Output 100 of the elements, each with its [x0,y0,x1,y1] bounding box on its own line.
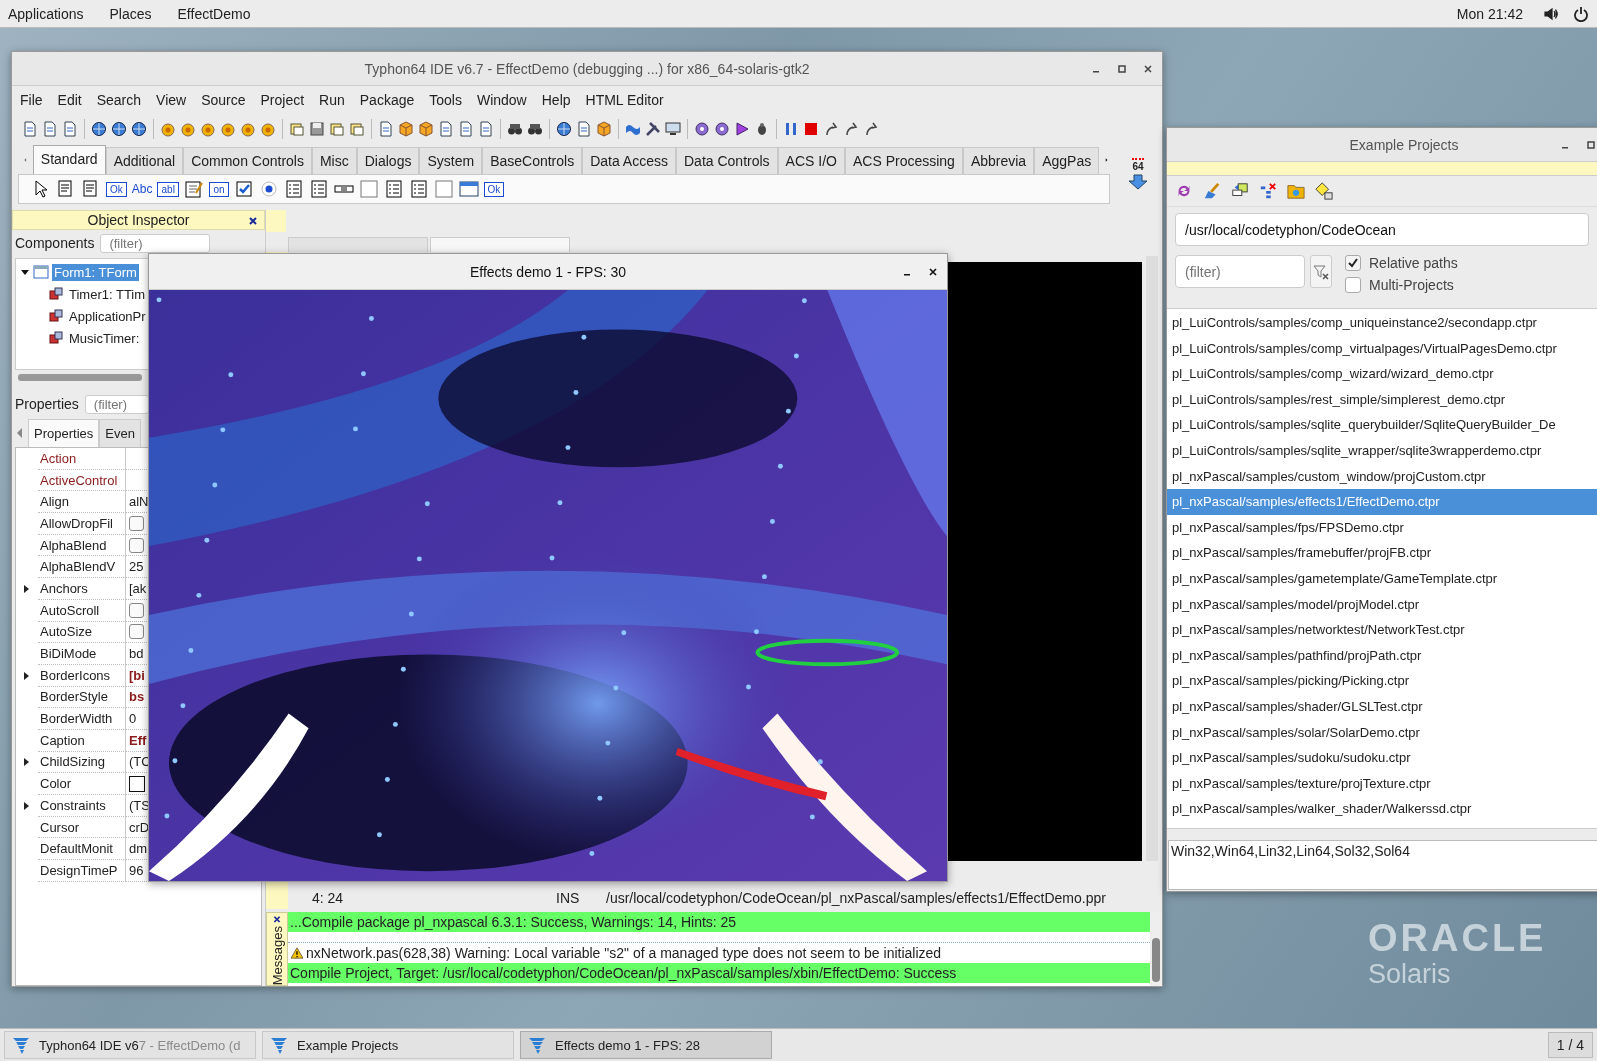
property-value[interactable]: dm [129,841,148,857]
property-name[interactable]: Anchors [38,578,126,600]
list-item[interactable]: pl_nxPascal/samples/shader/GLSLTest.ctpr [1167,693,1597,720]
palette-tab[interactable]: Data Controls [676,147,778,174]
menu-item[interactable]: Edit [57,92,82,108]
list-item[interactable]: pl_nxPascal/samples/pathfind/projPath.ctpr [1167,642,1597,669]
panel-menu[interactable]: EffectDemo [177,5,251,22]
palette-tab[interactable]: Abbrevia [962,147,1035,174]
list-item[interactable]: pl_nxPascal/samples/solar/SolarDemo.ctpr [1167,719,1597,746]
palette-component[interactable]: Abc [131,182,153,196]
taskbar-button[interactable]: Effects demo 1 - FPS: 28 [520,1031,772,1059]
list-item[interactable]: pl_nxPascal/samples/networktest/NetworkTest.ctpr [1167,617,1597,643]
filter-field[interactable]: (filter) [100,233,211,253]
property-name[interactable]: DesignTimeP [38,860,126,882]
property-name[interactable]: Color [38,773,126,795]
list-item[interactable]: pl_nxPascal/samples/model/projModel.ctpr [1167,591,1597,618]
palette-component[interactable]: abI [157,181,180,197]
menu-item[interactable]: Help [541,92,571,108]
palette-tab[interactable]: ACS I/O [777,147,845,174]
property-value[interactable]: 0 [129,711,137,727]
message-row[interactable]: Compile Project, Target: /usr/local/codetyphon/CodeOcean/pl_nxPascal/samples/xbin/EffectDemo: Success [288,963,1150,983]
property-name[interactable]: DefaultMonit [38,838,126,861]
property-value[interactable]: 96 [129,862,144,878]
list-item[interactable]: pl_nxPascal/samples/texture/projTexture.ctpr [1167,770,1597,797]
taskbar-button[interactable]: Example Projects [262,1031,514,1059]
filter-field[interactable]: (filter) [84,394,149,414]
palette-component[interactable]: Ok [483,181,505,197]
property-name[interactable]: BorderStyle [38,686,126,709]
menu-item[interactable]: Window [476,92,527,108]
property-value[interactable]: alN [129,494,149,510]
tree-item[interactable]: Timer1: TTim [67,285,148,303]
workspace-pager[interactable]: 1 / 4 [1547,1032,1593,1058]
property-name[interactable]: AlphaBlendV [38,556,126,579]
property-name[interactable]: Cursor [38,816,126,839]
tree-item[interactable]: MusicTimer: [67,329,142,347]
palette-tab[interactable]: Misc [311,147,357,174]
list-item[interactable]: pl_nxPascal/samples/walker_shader/Walkerssd.ctpr [1167,796,1597,822]
property-name[interactable]: ActiveControl [38,469,126,492]
property-value[interactable]: 25 [129,559,144,575]
menu-item[interactable]: Project [260,92,305,108]
palette-tab[interactable]: AggPas [1034,147,1100,174]
palette-tab[interactable]: Data Access [582,147,676,174]
menu-item[interactable]: HTML Editor [585,92,664,108]
list-item[interactable]: pl_LuiControls/samples/comp_wizard/wizard_demo.ctpr [1167,361,1597,387]
property-name[interactable]: AlphaBlend [38,534,126,557]
menu-item[interactable]: Tools [429,92,462,108]
panel-menu[interactable]: Places [109,5,152,22]
list-item[interactable]: pl_LuiControls/samples/sqlite_wrapper/sqlite3wrapperdemo.ctpr [1167,437,1597,464]
palette-tab[interactable]: BaseControls [482,147,583,174]
palette-tab[interactable]: Standard [32,145,106,174]
menu-item[interactable]: Package [359,92,415,108]
path-field[interactable]: /usr/local/codetyphon/CodeOcean [1175,213,1589,246]
palette-tab[interactable]: ACS Processing [844,147,963,174]
palette-tab[interactable]: Dialogs [356,147,420,174]
property-value[interactable]: Eff [129,732,147,748]
palette-tab[interactable]: System [419,147,483,174]
property-name[interactable]: BorderIcons [38,664,126,687]
list-item[interactable]: pl_LuiControls/samples/comp_uniqueinstance2/secondapp.ctpr [1167,310,1597,336]
tree-item[interactable]: ApplicationPr [67,307,148,325]
palette-tab[interactable]: Additional [105,147,184,174]
property-name[interactable]: BorderWidth [38,708,126,730]
palette-tab[interactable]: Common Controls [183,147,312,174]
property-name[interactable]: BiDiMode [38,643,126,665]
inspector-tab[interactable]: Properties [28,419,100,447]
list-item[interactable]: pl_nxPascal/samples/framebuffer/projFB.ctpr [1167,540,1597,566]
list-item[interactable]: pl_LuiControls/samples/sqlite_querybuilder/SqliteQueryBuilder_De [1167,412,1597,438]
property-name[interactable]: ChildSizing [38,751,126,774]
list-item[interactable]: pl_LuiControls/samples/rest_simple/simplerest_demo.ctpr [1167,386,1597,413]
palette-component[interactable]: Ok [106,181,127,197]
menu-item[interactable]: Source [201,92,246,108]
property-value[interactable]: [ak [129,580,147,596]
list-item[interactable]: pl_nxPascal/samples/picking/Picking.ctpr [1167,668,1597,694]
menu-item[interactable]: File [20,92,43,108]
property-name[interactable]: Align [38,491,126,514]
list-item[interactable]: pl_nxPascal/samples/sudoku/sudoku.ctpr [1167,745,1597,771]
panel-tab[interactable]: Messages [266,912,288,986]
property-name[interactable]: Caption [38,729,126,752]
property-value[interactable]: crD [129,819,150,835]
property-name[interactable]: Action [38,448,126,470]
list-item[interactable]: pl_nxPascal/samples/custom_window/projCustom.ctpr [1167,463,1597,490]
filter-field[interactable]: (filter) [1175,255,1305,288]
property-name[interactable]: AutoScroll [38,599,126,622]
menu-item[interactable]: View [156,92,187,108]
panel-menu[interactable]: Applications [8,5,84,22]
message-row[interactable]: ...Compile package pl_nxpascal 6.3.1: Success, Warnings: 14, Hints: 25 [288,912,1150,932]
list-item[interactable]: pl_nxPascal/samples/gametemplate/GameTemplate.ctpr [1167,565,1597,592]
menu-item[interactable]: Run [319,92,345,108]
property-value[interactable]: bd [129,646,144,662]
property-value[interactable]: bs [129,689,145,705]
property-name[interactable]: AutoSize [38,621,126,644]
platforms-field[interactable]: Win32,Win64,Lin32,Lin64,Sol32,Sol64 [1168,840,1597,890]
menu-item[interactable]: Search [96,92,142,108]
property-value[interactable]: [bi [129,667,145,683]
taskbar-button[interactable]: Typhon64 IDE v67 - EffectDemo (d [4,1031,256,1059]
inspector-tab[interactable]: Even [99,419,141,447]
clock[interactable]: Mon 21:42 [1456,5,1523,22]
list-item[interactable]: pl_nxPascal/samples/fps/FPSDemo.ctpr [1167,514,1597,541]
property-name[interactable]: Constraints [38,795,126,817]
list-item[interactable]: pl_LuiControls/samples/comp_virtualpages/VirtualPagesDemo.ctpr [1167,335,1597,362]
palette-component[interactable]: on [209,181,229,197]
